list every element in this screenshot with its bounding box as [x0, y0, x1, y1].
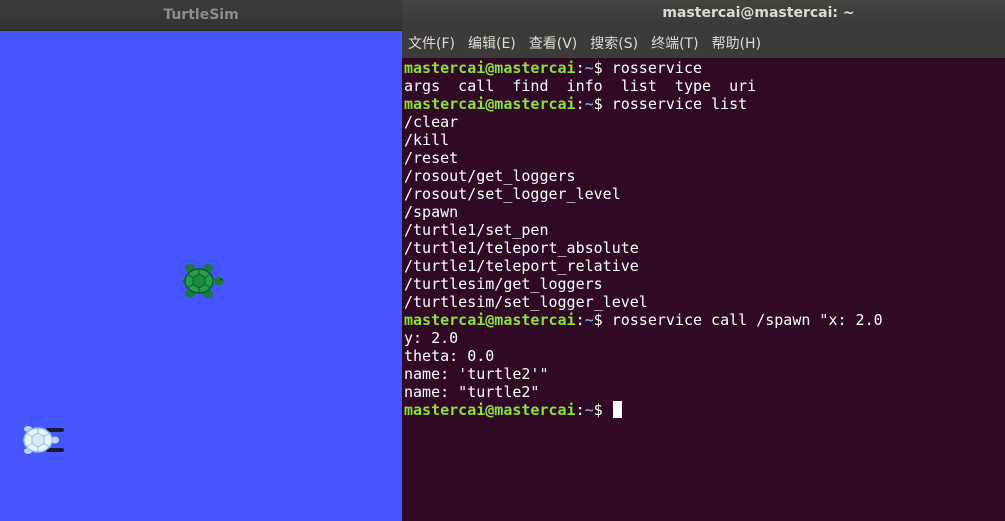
turtle-canvas [0, 31, 402, 521]
terminal-output[interactable]: mastercai@mastercai:~$ rosservice args c… [402, 58, 1005, 521]
output-line: args call find info list type uri [404, 77, 757, 95]
command-line: mastercai@mastercai:~$ rosservice [404, 59, 1005, 77]
desktop: TurtleSim mastercai@mastercai: ~ 文件(F) 编… [0, 0, 1005, 521]
continuation-line: y: 2.0 [404, 329, 459, 347]
terminal-window: mastercai@mastercai: ~ 文件(F) 编辑(E) 查看(V)… [402, 0, 1005, 521]
command-text: rosservice [611, 59, 703, 77]
menu-file[interactable]: 文件(F) [408, 33, 455, 53]
prompt-symbol: $ [593, 311, 612, 329]
terminal-menubar: 文件(F) 编辑(E) 查看(V) 搜索(S) 终端(T) 帮助(H) [402, 28, 1005, 58]
text-cursor [612, 401, 622, 418]
menu-terminal[interactable]: 终端(T) [651, 33, 698, 53]
service-line: /kill [404, 131, 450, 149]
service-line: /turtlesim/get_loggers [404, 275, 603, 293]
command-line[interactable]: mastercai@mastercai:~$ [404, 401, 1005, 419]
prompt-path: ~ [584, 401, 594, 419]
prompt-colon: : [575, 59, 585, 77]
menu-edit[interactable]: 编辑(E) [468, 33, 516, 53]
prompt-colon: : [575, 311, 585, 329]
prompt-symbol: $ [593, 401, 612, 419]
prompt-colon: : [575, 95, 585, 113]
white-turtle-icon [18, 420, 66, 460]
prompt-user: mastercai@mastercai [404, 311, 576, 329]
turtlesim-window: TurtleSim [0, 0, 402, 521]
prompt-path: ~ [584, 59, 594, 77]
prompt-path: ~ [584, 311, 594, 329]
menu-search[interactable]: 搜索(S) [590, 33, 638, 53]
green-turtle-icon [178, 261, 226, 301]
service-line: /turtle1/teleport_relative [404, 257, 639, 275]
prompt-user: mastercai@mastercai [404, 401, 576, 419]
menu-view[interactable]: 查看(V) [529, 33, 578, 53]
service-line: /clear [404, 113, 459, 131]
command-line: mastercai@mastercai:~$ rosservice call /… [404, 311, 1005, 329]
service-line: /reset [404, 149, 459, 167]
menu-help[interactable]: 帮助(H) [712, 33, 761, 53]
prompt-symbol: $ [593, 59, 612, 77]
prompt-path: ~ [584, 95, 594, 113]
service-line: /spawn [404, 203, 459, 221]
prompt-user: mastercai@mastercai [404, 59, 576, 77]
continuation-line: name: 'turtle2'" [404, 365, 549, 383]
command-text: rosservice list [611, 95, 748, 113]
terminal-title[interactable]: mastercai@mastercai: ~ [402, 0, 1005, 28]
command-line: mastercai@mastercai:~$ rosservice list [404, 95, 1005, 113]
turtlesim-title[interactable]: TurtleSim [0, 0, 402, 31]
prompt-symbol: $ [593, 95, 612, 113]
continuation-line: theta: 0.0 [404, 347, 495, 365]
service-line: /turtle1/teleport_absolute [404, 239, 639, 257]
service-line: /turtlesim/set_logger_level [404, 293, 648, 311]
service-line: /rosout/get_loggers [404, 167, 576, 185]
output-line: name: "turtle2" [404, 383, 540, 401]
command-text: rosservice call /spawn "x: 2.0 [611, 311, 883, 329]
service-line: /rosout/set_logger_level [404, 185, 621, 203]
service-line: /turtle1/set_pen [404, 221, 549, 239]
prompt-colon: : [575, 401, 585, 419]
prompt-user: mastercai@mastercai [404, 95, 576, 113]
